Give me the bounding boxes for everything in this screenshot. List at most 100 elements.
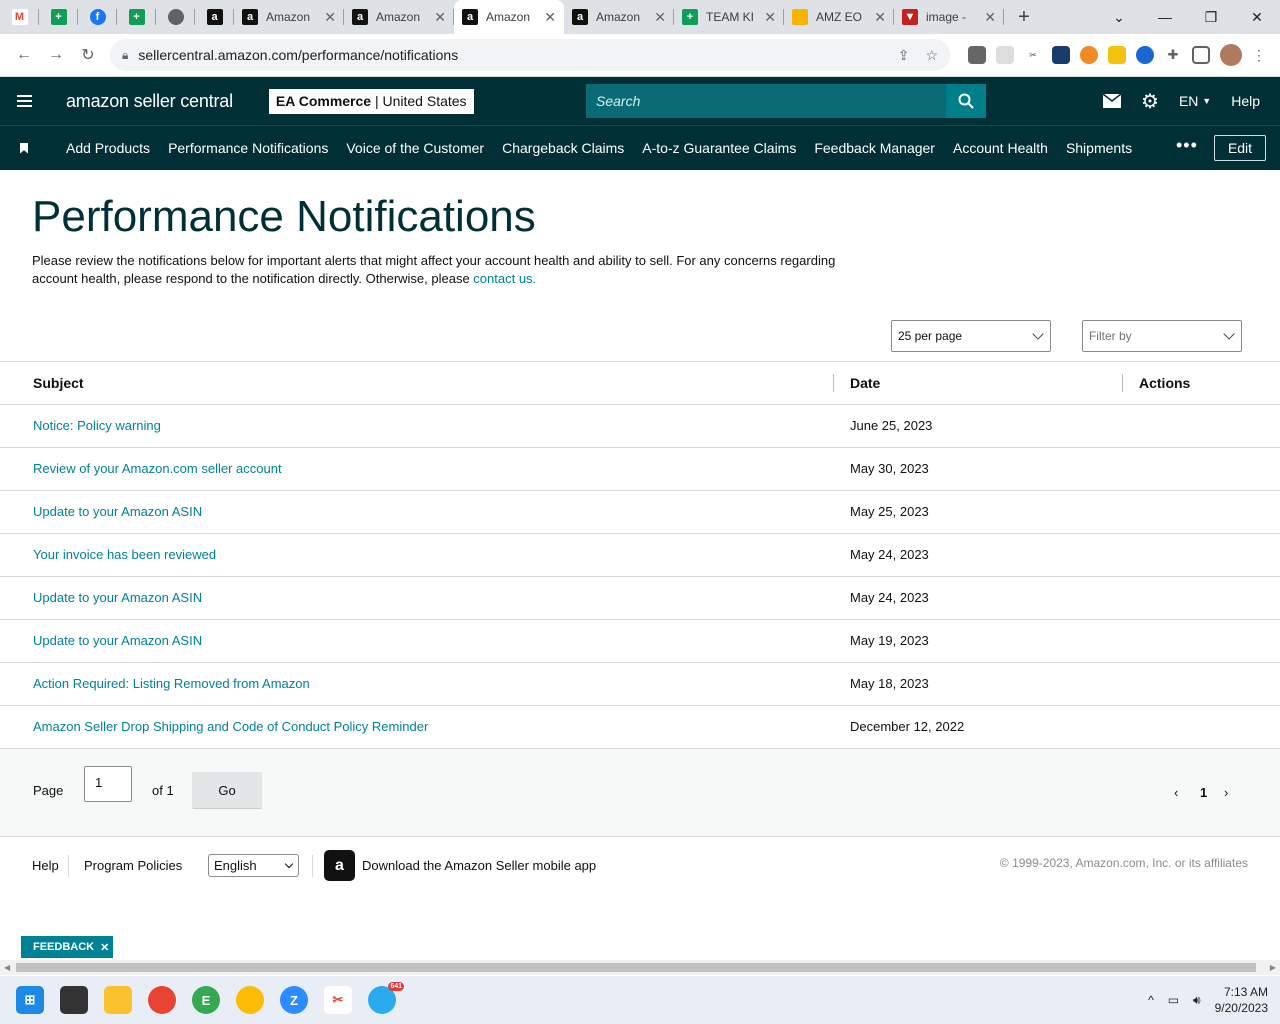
telegram-icon[interactable]: 641 xyxy=(368,982,404,1014)
per-page-select[interactable]: 25 per page xyxy=(891,320,1051,352)
tab-sheets[interactable]: + xyxy=(39,0,78,34)
extension-icon[interactable] xyxy=(1136,46,1154,64)
forward-icon[interactable]: → xyxy=(40,39,72,71)
browser-tab[interactable]: a Amazon ✕ xyxy=(234,0,344,34)
nav-chargeback-claims[interactable]: Chargeback Claims xyxy=(502,140,624,156)
chrome-profile-icon[interactable]: E xyxy=(192,986,220,1014)
nav-account-health[interactable]: Account Health xyxy=(953,140,1048,156)
clock[interactable]: 7:13 AM 9/20/2023 xyxy=(1215,984,1268,1016)
close-icon[interactable]: ✕ xyxy=(654,9,666,26)
snipping-tool-icon[interactable]: ✂ xyxy=(324,986,352,1014)
scroll-right-icon[interactable]: ▶ xyxy=(1270,963,1276,972)
column-date[interactable]: Date xyxy=(850,375,880,391)
task-view-icon[interactable] xyxy=(60,986,88,1014)
notification-subject-link[interactable]: Update to your Amazon ASIN xyxy=(33,590,202,605)
restore-icon[interactable]: ❐ xyxy=(1188,0,1234,34)
program-policies-link[interactable]: Program Policies xyxy=(84,858,182,873)
more-icon[interactable]: ••• xyxy=(1176,136,1198,154)
notification-subject-link[interactable]: Notice: Policy warning xyxy=(33,418,161,433)
hamburger-menu-icon[interactable] xyxy=(0,77,48,125)
extension-icon[interactable] xyxy=(1052,46,1070,64)
search-button[interactable] xyxy=(946,84,986,118)
chevron-left-icon[interactable]: ‹ xyxy=(1174,785,1178,800)
browser-tab[interactable]: + TEAM KI ✕ xyxy=(674,0,784,34)
footer-help-link[interactable]: Help xyxy=(32,858,59,873)
lock-icon[interactable]: 🔒︎ xyxy=(122,48,128,63)
close-window-icon[interactable]: ✕ xyxy=(1234,0,1280,34)
gear-icon[interactable]: ⚙ xyxy=(1141,89,1159,114)
page-number-input[interactable]: 1 xyxy=(84,766,132,802)
contact-us-link[interactable]: contact us. xyxy=(473,271,536,286)
horizontal-scrollbar[interactable]: ◀ ▶ xyxy=(0,960,1280,975)
tab-gmail[interactable]: M xyxy=(0,0,39,34)
tab-amazon-pinned[interactable]: a xyxy=(195,0,234,34)
windows-start-icon[interactable]: ⊞ xyxy=(16,986,44,1014)
extension-icon[interactable]: ✂ xyxy=(1024,46,1042,64)
file-explorer-icon[interactable] xyxy=(104,986,132,1014)
nav-shipments[interactable]: Shipments xyxy=(1066,140,1132,156)
help-link[interactable]: Help xyxy=(1231,93,1260,109)
mail-icon[interactable] xyxy=(1103,94,1121,108)
close-icon[interactable]: ✕ xyxy=(984,9,996,26)
search-input[interactable]: Search xyxy=(586,84,946,118)
close-icon[interactable]: ✕ xyxy=(100,941,109,954)
reload-icon[interactable]: ↻ xyxy=(72,39,104,71)
chevron-right-icon[interactable]: › xyxy=(1224,785,1228,800)
tab-facebook[interactable]: f xyxy=(78,0,117,34)
notification-subject-link[interactable]: Update to your Amazon ASIN xyxy=(33,633,202,648)
amazon-app-icon[interactable]: a xyxy=(324,850,355,881)
back-icon[interactable]: ← xyxy=(8,39,40,71)
scroll-left-icon[interactable]: ◀ xyxy=(4,963,10,972)
column-subject[interactable]: Subject xyxy=(33,375,84,391)
scrollbar-thumb[interactable] xyxy=(16,963,1256,972)
nav-feedback-manager[interactable]: Feedback Manager xyxy=(814,140,935,156)
browser-tab[interactable]: ▼ image - ✕ xyxy=(894,0,1004,34)
nav-add-products[interactable]: Add Products xyxy=(66,140,150,156)
notification-subject-link[interactable]: Action Required: Listing Removed from Am… xyxy=(33,676,310,691)
volume-icon[interactable]: 🔊︎ xyxy=(1193,993,1201,1008)
current-page-number[interactable]: 1 xyxy=(1200,785,1207,800)
notification-subject-link[interactable]: Update to your Amazon ASIN xyxy=(33,504,202,519)
kebab-menu-icon[interactable]: ⋮ xyxy=(1252,47,1266,64)
tab-search-icon[interactable]: ⌄ xyxy=(1096,0,1142,34)
extension-icon[interactable] xyxy=(1080,46,1098,64)
tab-sheets-2[interactable]: + xyxy=(117,0,156,34)
extension-icon[interactable] xyxy=(1108,46,1126,64)
share-icon[interactable]: ⇪ xyxy=(898,47,910,64)
avatar[interactable] xyxy=(1220,44,1242,66)
network-icon[interactable]: ▭ xyxy=(1168,993,1179,1007)
chevron-up-icon[interactable]: ^ xyxy=(1148,993,1154,1007)
filter-select[interactable]: Filter by xyxy=(1082,320,1242,352)
chrome-icon[interactable] xyxy=(148,986,176,1014)
feedback-button[interactable]: FEEDBACK ✕ xyxy=(21,936,113,958)
language-selector[interactable]: EN ▼ xyxy=(1179,93,1211,109)
extension-icon[interactable] xyxy=(996,46,1014,64)
close-icon[interactable]: ✕ xyxy=(764,9,776,26)
mobile-app-link[interactable]: Download the Amazon Seller mobile app xyxy=(362,858,596,873)
footer-language-select[interactable]: English xyxy=(208,854,299,877)
nav-performance-notifications[interactable]: Performance Notifications xyxy=(168,140,328,156)
nav-a-to-z-claims[interactable]: A-to-z Guarantee Claims xyxy=(642,140,796,156)
bookmark-icon[interactable] xyxy=(0,142,48,154)
notification-subject-link[interactable]: Your invoice has been reviewed xyxy=(33,547,216,562)
close-icon[interactable]: ✕ xyxy=(544,9,556,26)
close-icon[interactable]: ✕ xyxy=(324,9,336,26)
bookmark-star-icon[interactable]: ☆ xyxy=(925,47,938,64)
new-tab-button[interactable]: + xyxy=(1004,0,1044,34)
close-icon[interactable]: ✕ xyxy=(434,9,446,26)
nav-voice-of-the-customer[interactable]: Voice of the Customer xyxy=(346,140,484,156)
close-icon[interactable]: ✕ xyxy=(874,9,886,26)
seller-central-logo[interactable]: amazon seller central xyxy=(66,91,233,112)
go-button[interactable]: Go xyxy=(192,772,262,808)
browser-tab-active[interactable]: a Amazon ✕ xyxy=(454,0,564,34)
puzzle-icon[interactable]: ✚ xyxy=(1164,46,1182,64)
browser-tab[interactable]: a Amazon ✕ xyxy=(564,0,674,34)
address-bar[interactable]: 🔒︎ sellercentral.amazon.com/performance/… xyxy=(110,39,950,71)
browser-tab[interactable]: AMZ EO ✕ xyxy=(784,0,894,34)
notification-subject-link[interactable]: Review of your Amazon.com seller account xyxy=(33,461,282,476)
zoom-icon[interactable]: Z xyxy=(280,986,308,1014)
minimize-icon[interactable]: — xyxy=(1142,0,1188,34)
browser-tab[interactable]: a Amazon ✕ xyxy=(344,0,454,34)
notification-subject-link[interactable]: Amazon Seller Drop Shipping and Code of … xyxy=(33,719,428,734)
tab-globe[interactable] xyxy=(156,0,195,34)
